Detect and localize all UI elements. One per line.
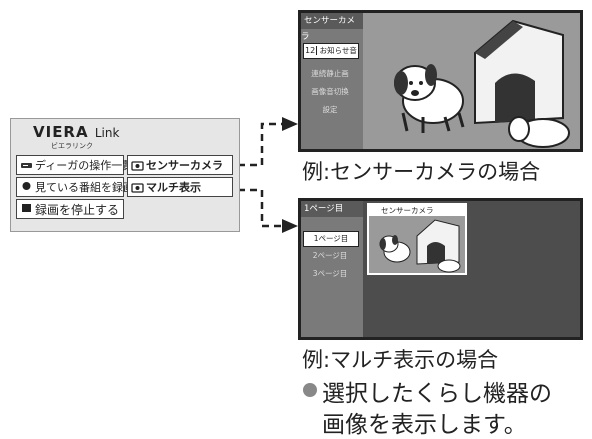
multi-sidebar-title: 1ページ目 xyxy=(301,201,363,217)
note-line-2: 画像を表示します。 xyxy=(322,412,527,438)
multi-sidebar: 1ページ目 1ページ目 2ページ目 3ページ目 xyxy=(301,201,363,337)
multi-button-label: マルチ表示 xyxy=(146,181,201,194)
camera-icon xyxy=(131,183,144,193)
bullet-icon xyxy=(303,383,317,397)
sensor-camera-button[interactable]: センサーカメラ xyxy=(127,155,233,175)
record-current-program-button[interactable]: 見ている番組を録画 xyxy=(16,177,134,197)
viera-link-logo: VIERA Link xyxy=(33,123,120,141)
sidebar-item-page-3[interactable]: 3ページ目 xyxy=(303,267,357,281)
diga-operation-list-button[interactable]: ディーガの操作一覧 xyxy=(16,155,133,175)
sidebar-item-settings[interactable]: 設定 xyxy=(303,103,357,117)
multi-example-caption: 例:マルチ表示の場合 xyxy=(302,348,499,372)
record-button-label: 見ている番組を録画 xyxy=(35,181,134,194)
multi-display-screen: 1ページ目 1ページ目 2ページ目 3ページ目 センサーカメラ xyxy=(298,198,583,340)
thumbnail-title: センサーカメラ xyxy=(369,205,465,216)
diga-button-label: ディーガの操作一覧 xyxy=(35,159,134,172)
sidebar-item-page-2[interactable]: 2ページ目 xyxy=(303,249,357,263)
camera-icon xyxy=(131,161,144,171)
viera-link-kana: ビエラリンク xyxy=(51,142,93,150)
stop-recording-button[interactable]: 録画を停止する xyxy=(16,199,124,219)
sensor-example-caption: 例:センサーカメラの場合 xyxy=(302,160,541,184)
sidebar-item-sequence[interactable]: 連続静止画 xyxy=(303,67,357,81)
sensor-camera-screen: センサーカメラ 12 お知らせ音 連続静止画 画像音切換 設定 xyxy=(298,10,583,152)
sidebar-item-image-switch[interactable]: 画像音切換 xyxy=(303,85,357,99)
stop-button-label: 録画を停止する xyxy=(35,203,120,217)
record-icon xyxy=(22,182,31,190)
sidebar-item-notify-sound[interactable]: 12 お知らせ音 xyxy=(303,43,359,59)
sensor-sidebar-title: センサーカメラ xyxy=(301,13,363,42)
multi-display-button[interactable]: マルチ表示 xyxy=(127,177,233,197)
stop-icon xyxy=(22,204,31,212)
sensor-camera-image xyxy=(363,13,580,149)
sensor-button-label: センサーカメラ xyxy=(146,159,223,172)
viera-link-panel: VIERA Link ビエラリンク ディーガの操作一覧 センサーカメラ 見ている… xyxy=(10,118,240,232)
recorder-icon xyxy=(21,163,32,168)
note-line-1: 選択したくらし機器の xyxy=(322,381,552,407)
sidebar-item-page-1[interactable]: 1ページ目 xyxy=(303,231,359,247)
sensor-sidebar: センサーカメラ 12 お知らせ音 連続静止画 画像音切換 設定 xyxy=(301,13,363,149)
camera-thumbnail[interactable]: センサーカメラ xyxy=(367,203,467,275)
thumbnail-image xyxy=(369,216,465,273)
